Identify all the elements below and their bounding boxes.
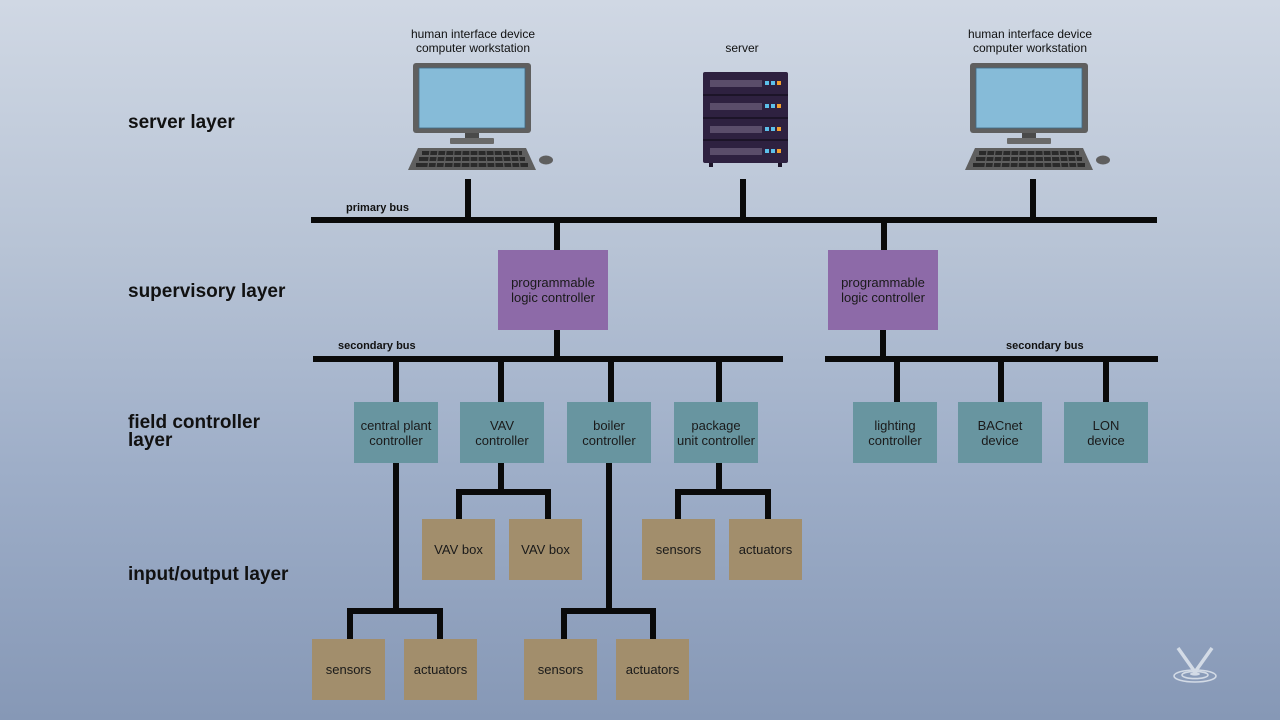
io-box: actuators <box>729 519 802 580</box>
computer-workstation-icon <box>965 63 1110 170</box>
connector-line <box>456 489 462 520</box>
workstation-left-label: human interface device computer workstat… <box>410 27 536 55</box>
connector-line <box>545 489 551 520</box>
input-output-layer-label: input/output layer <box>128 564 289 585</box>
connector-line <box>347 608 443 614</box>
secondary-bus-left <box>313 356 783 362</box>
connector-line <box>650 608 656 640</box>
controller-box: BACnet device <box>958 402 1042 463</box>
connector-line <box>437 608 443 640</box>
controller-box: lighting controller <box>853 402 937 463</box>
controller-box: LON device <box>1064 402 1148 463</box>
connector-line <box>393 358 399 404</box>
connector-line <box>675 489 771 495</box>
io-box: actuators <box>616 639 689 700</box>
server-layer-label: server layer <box>128 112 235 133</box>
io-box: sensors <box>312 639 385 700</box>
connector-line <box>465 179 471 219</box>
io-box: sensors <box>642 519 715 580</box>
computer-workstation-icon <box>408 63 553 170</box>
secondary-bus-right-label: secondary bus <box>1006 340 1084 352</box>
connector-line <box>765 489 771 520</box>
connector-line <box>608 358 614 404</box>
connector-line <box>740 179 746 219</box>
server-rack-icon <box>703 72 788 167</box>
io-box: sensors <box>524 639 597 700</box>
io-box: VAV box <box>422 519 495 580</box>
io-box: actuators <box>404 639 477 700</box>
field-controller-layer-label: field controller layer <box>128 412 260 451</box>
controller-box: boiler controller <box>567 402 651 463</box>
connector-line <box>393 463 399 613</box>
connector-line <box>606 463 612 613</box>
controller-box: package unit controller <box>674 402 758 463</box>
secondary-bus-left-label: secondary bus <box>338 340 416 352</box>
workstation-right-label: human interface device computer workstat… <box>967 27 1093 55</box>
controller-box: VAV controller <box>460 402 544 463</box>
connector-line <box>1103 358 1109 404</box>
connector-line <box>716 358 722 404</box>
connector-line <box>894 358 900 404</box>
connector-line <box>347 608 353 640</box>
connector-line <box>561 608 656 614</box>
io-box: VAV box <box>509 519 582 580</box>
connector-line <box>561 608 567 640</box>
connector-line <box>554 220 560 252</box>
primary-bus-label: primary bus <box>346 202 409 214</box>
v-logo-icon <box>1173 646 1217 683</box>
connector-line <box>498 358 504 404</box>
plc-box: programmable logic controller <box>498 250 608 330</box>
connector-line <box>998 358 1004 404</box>
plc-box: programmable logic controller <box>828 250 938 330</box>
server-label: server <box>725 41 759 55</box>
connector-line <box>456 489 551 495</box>
connector-line <box>1030 179 1036 219</box>
supervisory-layer-label: supervisory layer <box>128 281 286 302</box>
connector-line <box>675 489 681 520</box>
connector-line <box>881 220 887 252</box>
controller-box: central plant controller <box>354 402 438 463</box>
